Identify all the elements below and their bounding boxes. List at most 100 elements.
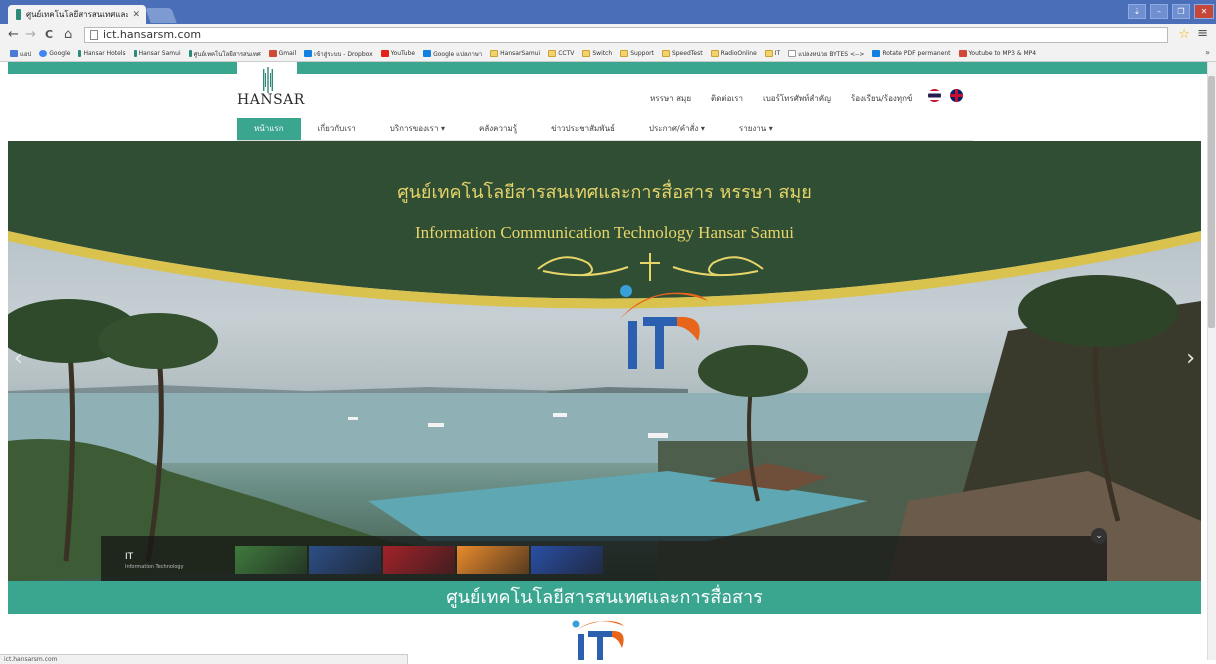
bookmark-item[interactable]: ศูนย์เทคโนโลยีสารสนเทศ: [188, 49, 261, 59]
page-icon: [90, 30, 98, 40]
bookmark-item[interactable]: Google: [39, 50, 70, 57]
favicon-icon: [958, 50, 967, 57]
bookmark-star-icon[interactable]: ☆: [1178, 27, 1190, 42]
bookmark-item[interactable]: SpeedTest: [661, 50, 703, 57]
top-link-contact[interactable]: ติดต่อเรา: [711, 92, 743, 105]
nav-item[interactable]: บริการของเรา ▾: [373, 118, 462, 140]
bookmark-item[interactable]: CCTV: [548, 50, 574, 57]
slider-prev-icon[interactable]: ‹: [14, 346, 23, 371]
folder-icon: [548, 50, 557, 57]
top-link-complaint[interactable]: ร้องเรียน/ร้องทุกข์: [851, 92, 912, 105]
address-url: ict.hansarsm.com: [103, 28, 202, 41]
bookmark-item[interactable]: IT: [764, 50, 781, 57]
folder-icon: [710, 50, 719, 57]
bookmark-item[interactable]: Google แปลภาษา: [423, 49, 482, 59]
bookmark-label: CCTV: [558, 50, 575, 57]
bookmark-label: HansarSamui: [500, 50, 541, 57]
bookmark-label: แปลงหน่วย BYTES <-->: [798, 50, 865, 58]
status-bubble: ict.hansarsm.com: [0, 654, 408, 664]
top-link-phone[interactable]: เบอร์โทรศัพท์สำคัญ: [763, 92, 831, 105]
browser-menu-icon[interactable]: ≡: [1197, 26, 1208, 41]
bookmark-item[interactable]: Youtube to MP3 & MP4: [958, 50, 1036, 57]
bookmark-item[interactable]: แปลงหน่วย BYTES <-->: [788, 49, 864, 59]
bookmark-item[interactable]: Gmail: [268, 50, 296, 57]
bookmark-item[interactable]: RadioOnline: [710, 50, 757, 57]
bookmark-item[interactable]: Hansar Samui: [133, 50, 181, 57]
bookmark-item[interactable]: Support: [620, 50, 654, 57]
uk-flag-icon[interactable]: [950, 89, 963, 102]
favicon-icon: [78, 50, 82, 57]
hero-slider[interactable]: ศูนย์เทคโนโลยีสารสนเทศและการสื่อสาร หรรษ…: [8, 141, 1201, 581]
favicon-icon: [39, 50, 48, 57]
header-top-strip: [8, 62, 1207, 74]
folder-icon: [582, 50, 591, 57]
bookmark-label: ศูนย์เทคโนโลยีสารสนเทศ: [193, 50, 261, 58]
favicon-icon: [133, 50, 137, 57]
site-favicon-icon: [16, 9, 21, 20]
bookmark-item[interactable]: Hansar Hotels: [78, 50, 126, 57]
palm-crown: [1018, 275, 1178, 347]
collapse-thumbnails-button[interactable]: ⌄: [1091, 528, 1107, 544]
status-url: ict.hansarsm.com: [4, 656, 58, 663]
bookmark-label: เข้าสู่ระบบ - Dropbox: [314, 50, 373, 58]
bookmarks-bar: แอป Google Hansar Hotels Hansar Samui ศูนย์เ…: [0, 46, 1216, 62]
top-link-hansar-samui[interactable]: หรรษา สมุย: [650, 92, 691, 105]
address-bar[interactable]: ict.hansarsm.com: [84, 27, 1168, 43]
nav-item[interactable]: ข่าวประชาสัมพันธ์: [534, 118, 632, 140]
bookmark-label: RadioOnline: [720, 50, 757, 57]
slide-thumbnail[interactable]: [309, 546, 381, 574]
hansar-logo-icon: [263, 67, 273, 93]
slider-thumbnail-bar: IT Information Technology: [101, 536, 1107, 581]
window-restore-button[interactable]: ❐: [1172, 4, 1190, 19]
logo-text: HANSAR: [237, 92, 305, 108]
window-minimize-button[interactable]: –: [1150, 4, 1168, 19]
nav-item[interactable]: คลังความรู้: [462, 118, 534, 140]
hero-title-english: Information Communication Technology Han…: [414, 223, 795, 242]
bookmark-item[interactable]: แอป: [10, 49, 31, 59]
favicon-icon: [423, 50, 432, 57]
boat: [348, 417, 358, 420]
boat: [648, 433, 668, 438]
nav-item[interactable]: ประกาศ/คำสั่ง ▾: [632, 118, 722, 140]
thai-flag-icon[interactable]: [928, 89, 941, 102]
bookmark-item[interactable]: Switch: [582, 50, 612, 57]
window-close-button[interactable]: ✕: [1194, 4, 1214, 19]
bookmark-label: Google: [49, 50, 71, 57]
section-title-bar: ศูนย์เทคโนโลยีสารสนเทศและการสื่อสาร: [8, 581, 1201, 614]
bookmark-item[interactable]: HansarSamui: [490, 50, 540, 57]
bookmarks-overflow-icon[interactable]: »: [1205, 48, 1210, 57]
favicon-icon: [872, 50, 881, 57]
back-arrow-icon[interactable]: ←: [8, 27, 19, 43]
boat: [553, 413, 567, 417]
palm-crown: [98, 313, 218, 369]
slide-thumbnail[interactable]: [235, 546, 307, 574]
forward-arrow-icon[interactable]: →: [25, 27, 36, 43]
nav-item[interactable]: รายงาน ▾: [722, 118, 790, 140]
reload-icon[interactable]: C: [45, 27, 53, 43]
favicon-icon: [304, 50, 313, 57]
slide-thumbnail[interactable]: [457, 546, 529, 574]
close-tab-icon[interactable]: ✕: [132, 10, 140, 20]
home-icon[interactable]: ⌂: [64, 27, 72, 43]
folder-icon: [490, 50, 499, 57]
nav-item[interactable]: หน้าแรก: [237, 118, 301, 140]
new-tab-button[interactable]: [145, 8, 177, 23]
nav-item[interactable]: เกี่ยวกับเรา: [301, 118, 373, 140]
browser-titlebar: ศูนย์เทคโนโลยีสารสนเทศและ ✕ ⇣ – ❐ ✕: [0, 0, 1216, 24]
hero-title-thai: ศูนย์เทคโนโลยีสารสนเทศและการสื่อสาร หรรษ…: [397, 182, 812, 203]
bookmark-item[interactable]: เข้าสู่ระบบ - Dropbox: [304, 49, 373, 59]
boat: [428, 423, 444, 427]
main-nav: หน้าแรก เกี่ยวกับเรา บริการของเรา ▾ คลังควา…: [237, 118, 790, 140]
hero-image: [8, 141, 1201, 581]
bookmark-item[interactable]: YouTube: [380, 50, 415, 57]
scrollbar-thumb[interactable]: [1208, 76, 1215, 328]
slide-thumbnail[interactable]: [531, 546, 603, 574]
tab-title: ศูนย์เทคโนโลยีสารสนเทศและ: [26, 10, 129, 19]
bookmark-label: IT: [774, 50, 781, 57]
window-minimize-secondary-button[interactable]: ⇣: [1128, 4, 1146, 19]
slider-next-icon[interactable]: ›: [1186, 346, 1195, 371]
bookmark-item[interactable]: Rotate PDF permanent: [872, 50, 951, 57]
slide-thumbnail[interactable]: [383, 546, 455, 574]
browser-tab-active[interactable]: ศูนย์เทคโนโลยีสารสนเทศและ ✕: [8, 5, 146, 24]
bookmark-label: Google แปลภาษา: [433, 50, 483, 58]
